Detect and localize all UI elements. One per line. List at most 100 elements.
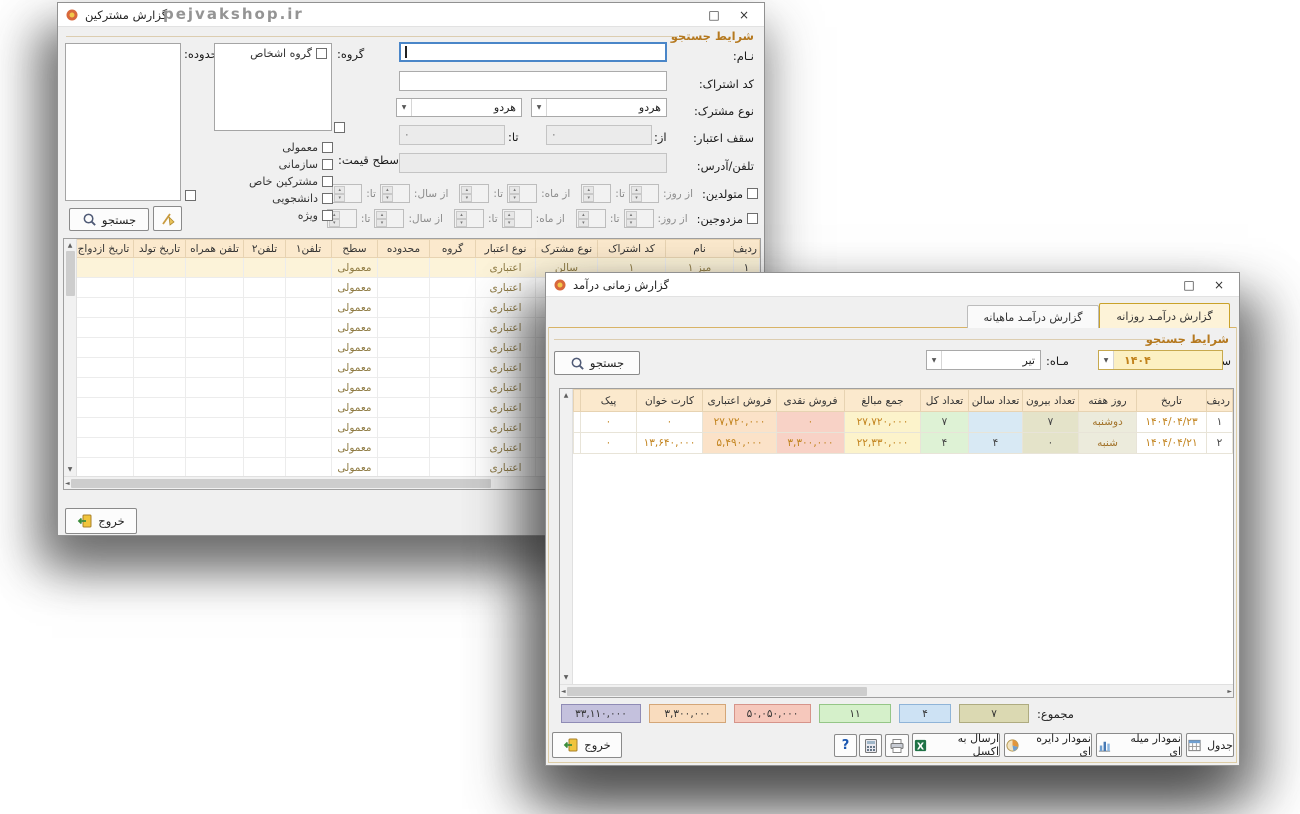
cell-group[interactable] bbox=[430, 438, 476, 458]
table-row[interactable]: ۲۱۴۰۴/۰۴/۲۱شنبه۰۴۴۲۲,۳۳۰,۰۰۰۳,۳۰۰,۰۰۰۵,۴… bbox=[574, 433, 1233, 454]
table-view-button[interactable]: جدول bbox=[1186, 733, 1234, 757]
cell-birth[interactable] bbox=[134, 358, 186, 378]
cell-range[interactable] bbox=[378, 458, 430, 477]
cell-group[interactable] bbox=[430, 318, 476, 338]
cell-level[interactable]: معمولی bbox=[332, 278, 378, 298]
checkbox[interactable] bbox=[322, 159, 333, 170]
cell-card[interactable]: ۱۳,۶۴۰,۰۰۰ bbox=[637, 433, 703, 454]
credit-cap-to-input[interactable]: ۰ bbox=[399, 125, 505, 145]
cell-cash[interactable]: ۰ bbox=[777, 412, 845, 433]
cell-mobile[interactable] bbox=[186, 438, 244, 458]
scroll-thumb[interactable] bbox=[567, 687, 867, 696]
person-group-checkbox[interactable] bbox=[316, 48, 327, 59]
cell-credit[interactable]: اعتباری bbox=[476, 338, 536, 358]
cell-birth[interactable] bbox=[134, 258, 186, 278]
cell-sum[interactable]: ۲۲,۳۳۰,۰۰۰ bbox=[845, 433, 921, 454]
marriage-month-from-spinner[interactable]: ▴▾ bbox=[502, 209, 532, 228]
cell-level[interactable]: معمولی bbox=[332, 378, 378, 398]
spin-down-icon[interactable]: ▾ bbox=[631, 194, 642, 202]
cell-group[interactable] bbox=[430, 418, 476, 438]
spin-down-icon[interactable]: ▾ bbox=[376, 219, 387, 227]
column-header-r[interactable]: ردیف bbox=[1207, 390, 1233, 412]
spin-up-icon[interactable]: ▴ bbox=[461, 186, 472, 194]
cell-tel2[interactable] bbox=[244, 298, 286, 318]
group-listbox[interactable]: گروه اشخاص bbox=[214, 43, 332, 131]
price-level-option[interactable]: معمولی bbox=[218, 139, 333, 156]
cell-group[interactable] bbox=[430, 298, 476, 318]
close-button[interactable]: × bbox=[1207, 275, 1231, 295]
cell-card[interactable]: ۰ bbox=[637, 412, 703, 433]
spin-down-icon[interactable]: ▾ bbox=[334, 194, 345, 202]
cell-tot[interactable]: ۴ bbox=[921, 433, 969, 454]
cell-date[interactable]: ۱۴۰۴/۰۴/۲۱ bbox=[1137, 433, 1207, 454]
cell-group[interactable] bbox=[430, 258, 476, 278]
cell-range[interactable] bbox=[378, 398, 430, 418]
phone-address-input[interactable] bbox=[399, 153, 667, 173]
cell-level[interactable]: معمولی bbox=[332, 338, 378, 358]
cell-marriage[interactable] bbox=[77, 458, 134, 477]
cell-tel1[interactable] bbox=[286, 458, 332, 477]
birth-year-to-spinner[interactable]: ▴▾ bbox=[332, 184, 362, 203]
column-header-date[interactable]: تاریخ bbox=[1137, 390, 1207, 412]
cell-level[interactable]: معمولی bbox=[332, 438, 378, 458]
spin-down-icon[interactable]: ▾ bbox=[583, 194, 594, 202]
cell-wday[interactable]: دوشنبه bbox=[1079, 412, 1137, 433]
birth-day-from-spinner[interactable]: ▴▾ bbox=[629, 184, 659, 203]
print-button[interactable] bbox=[885, 734, 909, 757]
column-header-pik[interactable]: پیک bbox=[581, 390, 637, 412]
titlebar[interactable]: گزارش زمانی درآمد □ × bbox=[546, 273, 1239, 297]
column-header-tel1[interactable]: تلفن۱ bbox=[286, 240, 332, 258]
cell-tel2[interactable] bbox=[244, 258, 286, 278]
column-header-wday[interactable]: روز هفته bbox=[1079, 390, 1137, 412]
cell-level[interactable]: معمولی bbox=[332, 458, 378, 477]
scroll-left-icon[interactable]: ◄ bbox=[65, 478, 70, 489]
cell-tel1[interactable] bbox=[286, 258, 332, 278]
cell-range[interactable] bbox=[378, 438, 430, 458]
chevron-down-icon[interactable]: ▼ bbox=[397, 99, 412, 116]
help-button[interactable]: ? bbox=[834, 734, 857, 757]
year-combo[interactable]: ۱۴۰۴ ▼ bbox=[1098, 350, 1223, 370]
cell-birth[interactable] bbox=[134, 458, 186, 477]
cell-cred[interactable]: ۵,۴۹۰,۰۰۰ bbox=[703, 433, 777, 454]
cell-range[interactable] bbox=[378, 258, 430, 278]
cell-credit[interactable]: اعتباری bbox=[476, 378, 536, 398]
cell-tel2[interactable] bbox=[244, 438, 286, 458]
scroll-thumb[interactable] bbox=[71, 479, 491, 488]
cell-tel1[interactable] bbox=[286, 418, 332, 438]
column-header-radif[interactable]: ردیف bbox=[734, 240, 760, 258]
price-level-option[interactable]: دانشجویی bbox=[218, 190, 333, 207]
horizontal-scrollbar[interactable]: ◄ ► bbox=[560, 684, 1233, 697]
column-header-level[interactable]: سطح bbox=[332, 240, 378, 258]
cell-range[interactable] bbox=[378, 418, 430, 438]
cell-fill[interactable] bbox=[574, 412, 581, 433]
cell-marriage[interactable] bbox=[77, 398, 134, 418]
birthdays-checkbox[interactable] bbox=[747, 188, 758, 199]
cell-hall[interactable]: ۴ bbox=[969, 433, 1023, 454]
chevron-down-icon[interactable]: ▼ bbox=[927, 351, 942, 369]
cell-marriage[interactable] bbox=[77, 418, 134, 438]
name-input[interactable] bbox=[399, 42, 667, 62]
cell-level[interactable]: معمولی bbox=[332, 398, 378, 418]
cell-tel1[interactable] bbox=[286, 438, 332, 458]
cell-tel1[interactable] bbox=[286, 398, 332, 418]
cell-out[interactable]: ۷ bbox=[1023, 412, 1079, 433]
cell-group[interactable] bbox=[430, 398, 476, 418]
column-header-mobile[interactable]: تلفن همراه bbox=[186, 240, 244, 258]
marriage-day-from-spinner[interactable]: ▴▾ bbox=[624, 209, 654, 228]
group-filter-checkbox[interactable] bbox=[334, 122, 345, 133]
spin-up-icon[interactable]: ▴ bbox=[382, 186, 393, 194]
spin-up-icon[interactable]: ▴ bbox=[631, 186, 642, 194]
cell-r[interactable]: ۱ bbox=[1207, 412, 1233, 433]
cell-sum[interactable]: ۲۷,۷۲۰,۰۰۰ bbox=[845, 412, 921, 433]
bar-chart-button[interactable]: نمودار میله ای bbox=[1096, 733, 1182, 757]
scroll-thumb[interactable] bbox=[66, 251, 75, 296]
cell-group[interactable] bbox=[430, 378, 476, 398]
cell-tel2[interactable] bbox=[244, 278, 286, 298]
cell-mobile[interactable] bbox=[186, 378, 244, 398]
calculator-button[interactable] bbox=[859, 734, 882, 757]
checkbox[interactable] bbox=[322, 142, 333, 153]
cell-birth[interactable] bbox=[134, 438, 186, 458]
subscriber-type-combo-1[interactable]: هردو ▼ bbox=[531, 98, 667, 117]
cell-credit[interactable]: اعتباری bbox=[476, 398, 536, 418]
marriage-year-from-spinner[interactable]: ▴▾ bbox=[374, 209, 404, 228]
